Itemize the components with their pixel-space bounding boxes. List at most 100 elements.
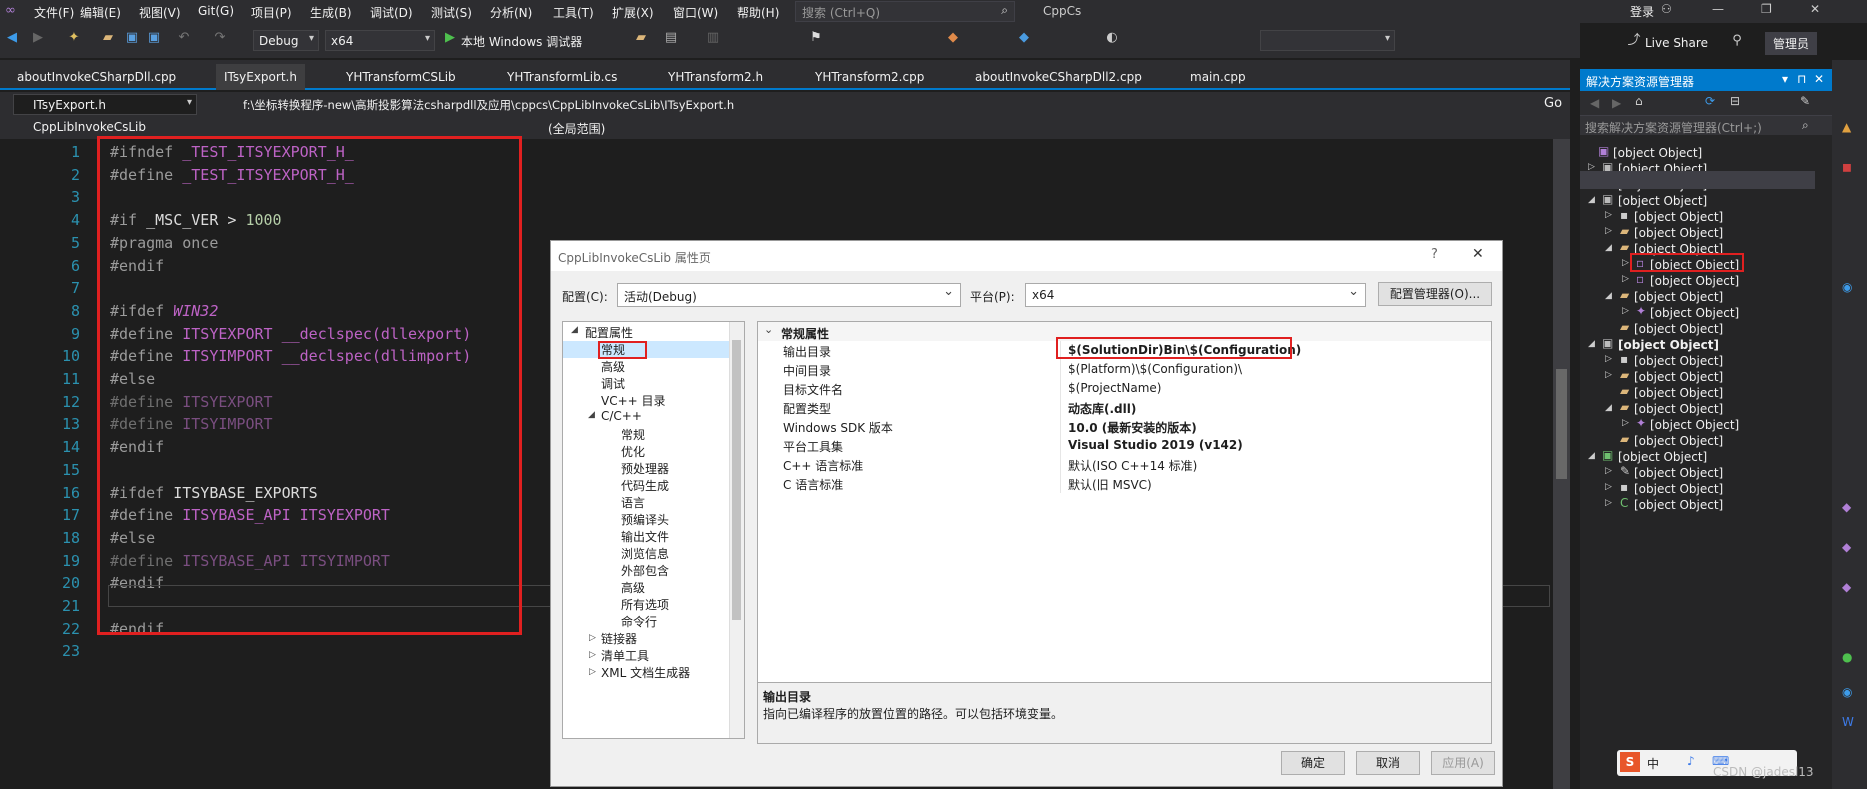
pin-icon[interactable]: ⊓ (1797, 72, 1806, 86)
ok-button[interactable]: 确定 (1281, 751, 1345, 775)
menu-file[interactable]: 文件(F) (34, 4, 74, 21)
tab-yhtransform2-cpp[interactable]: YHTransform2.cpp (815, 70, 924, 84)
toolbar-misc-icon-5[interactable]: ◆ (1016, 30, 1032, 46)
file-navigation-combo[interactable]: ITsyExport.h (13, 94, 197, 115)
menu-extensions[interactable]: 扩展(X) (612, 4, 654, 21)
menu-window[interactable]: 窗口(W) (673, 4, 718, 21)
collapse-arrow-icon[interactable]: ◢ (571, 325, 578, 335)
tree-cpp-cmdline[interactable]: 命令行 (621, 613, 657, 630)
open-icon[interactable]: ▰ (100, 30, 116, 46)
tree-cpp-codegen[interactable]: 代码生成 (621, 477, 669, 494)
redo-icon[interactable]: ↷ (212, 30, 228, 46)
menu-help[interactable]: 帮助(H) (737, 4, 779, 21)
maximize-icon[interactable]: ❐ (1761, 2, 1772, 16)
undo-icon[interactable]: ↶ (176, 30, 192, 46)
save-all-icon[interactable]: ▣ (146, 30, 162, 46)
menu-tools[interactable]: 工具(T) (553, 4, 594, 21)
user-icon[interactable]: ⚇ (1661, 2, 1672, 16)
menu-edit[interactable]: 编辑(E) (80, 4, 121, 21)
tree-cpp-output[interactable]: 输出文件 (621, 528, 669, 545)
tab-yhtransformlib[interactable]: YHTransformLib.cs (507, 70, 617, 84)
tab-aboutinvokecsharpdll2[interactable]: aboutInvokeCSharpDll2.cpp (975, 70, 1142, 84)
properties-icon[interactable]: ✎ (1800, 94, 1810, 108)
mic-icon[interactable]: ♪ (1687, 754, 1695, 768)
save-icon[interactable]: ▣ (124, 30, 140, 46)
apply-button[interactable]: 应用(A) (1431, 751, 1495, 775)
help-button[interactable]: ? (1431, 247, 1438, 262)
menu-view[interactable]: 视图(V) (139, 4, 181, 21)
toolbar-misc-icon-3[interactable]: ▥ (705, 30, 721, 46)
back-icon[interactable]: ◀ (1590, 96, 1599, 110)
tree-cpp[interactable]: C/C++ (601, 409, 642, 423)
tab-main[interactable]: main.cpp (1190, 70, 1246, 84)
collapsed-arrow-icon[interactable]: ▷ (1605, 498, 1612, 508)
property-value[interactable]: $(Platform)\$(Configuration)\ (1068, 362, 1242, 376)
minimize-icon[interactable]: — (1712, 2, 1724, 16)
solution-search-input[interactable]: 搜索解决方案资源管理器(Ctrl+;) ⌕ (1580, 115, 1832, 135)
tree-cpp-all-options[interactable]: 所有选项 (621, 596, 669, 613)
tree-manifest[interactable]: 清单工具 (601, 647, 649, 664)
property-value[interactable]: 默认(旧 MSVC) (1068, 476, 1152, 493)
tree-xml-doc[interactable]: XML 文档生成器 (601, 664, 690, 681)
tree-config-properties[interactable]: 配置属性 (585, 324, 633, 341)
collapsed-arrow-icon[interactable]: ▷ (1622, 258, 1629, 268)
solution-item-yhtransformlib-cs[interactable]: [object Object] (1634, 498, 1723, 512)
solution-item-yhtransform2-cpp[interactable]: [object Object] (1650, 306, 1739, 320)
dropdown-icon[interactable]: ▾ (1782, 72, 1788, 86)
menu-analyze[interactable]: 分析(N) (490, 4, 532, 21)
cancel-button[interactable]: 取消 (1356, 751, 1420, 775)
collapsed-arrow-icon[interactable]: ▷ (1605, 370, 1612, 380)
sync-icon[interactable]: ⟳ (1705, 94, 1715, 108)
ime-logo-icon[interactable]: S (1620, 752, 1640, 772)
solution-item-external-deps[interactable]: [object Object] (1634, 226, 1723, 240)
collapsed-arrow-icon[interactable]: ▷ (1605, 226, 1612, 236)
solution-item-source-files[interactable]: [object Object] (1634, 402, 1723, 416)
forward-icon[interactable]: ▶ (1612, 96, 1621, 110)
solution-item-resource-files[interactable]: [object Object] (1634, 322, 1723, 336)
close-window-icon[interactable]: ✕ (1810, 2, 1820, 16)
property-row[interactable]: 配置类型 动态库(.dll) (758, 398, 1491, 417)
new-project-icon[interactable]: ✦ (66, 30, 82, 46)
collapsed-arrow-icon[interactable]: ▷ (1605, 466, 1612, 476)
tree-debugging[interactable]: 调试 (601, 375, 625, 392)
toolbar-misc-icon-6[interactable]: ◐ (1104, 30, 1120, 46)
solution-item-external-deps[interactable]: [object Object] (1634, 370, 1723, 384)
property-value[interactable]: 动态库(.dll) (1068, 400, 1136, 417)
property-row[interactable]: C 语言标准 默认(旧 MSVC) (758, 474, 1491, 493)
collapsed-arrow-icon[interactable]: ▷ (1622, 306, 1629, 316)
expanded-arrow-icon[interactable]: ◢ (1605, 291, 1612, 301)
menu-git[interactable]: Git(G) (198, 4, 234, 18)
config-select[interactable]: 活动(Debug) (617, 283, 961, 307)
solution-root[interactable]: [object Object] (1613, 146, 1702, 160)
solution-item-cpplibinvokecslib[interactable]: [object Object] (1618, 194, 1707, 208)
tree-cpp-browse[interactable]: 浏览信息 (621, 545, 669, 562)
toolbar-misc-icon-1[interactable]: ▰ (633, 30, 649, 46)
property-row[interactable]: C++ 语言标准 默认(ISO C++14 标准) (758, 455, 1491, 474)
collapsed-arrow-icon[interactable]: ▷ (589, 667, 596, 677)
config-manager-button[interactable]: 配置管理器(O)... (1378, 282, 1492, 306)
tree-scrollbar-thumb[interactable] (732, 340, 741, 620)
solution-item-yhtransform2-h[interactable]: [object Object] (1650, 274, 1739, 288)
tree-vc-directories[interactable]: VC++ 目录 (601, 392, 666, 409)
live-share-icon[interactable]: ⤴ (1626, 33, 1642, 49)
forward-icon[interactable]: ▶ (30, 30, 46, 46)
property-value[interactable]: 默认(ISO C++14 标准) (1068, 457, 1197, 474)
app-icon[interactable]: ◆ (1842, 580, 1851, 594)
tree-cpp-language[interactable]: 语言 (621, 494, 645, 511)
go-button[interactable]: Go (1544, 96, 1562, 111)
tree-cpp-external[interactable]: 外部包含 (621, 562, 669, 579)
bookmark-icon[interactable]: ⚑ (808, 30, 824, 46)
tab-yhtransform2-h[interactable]: YHTransform2.h (668, 70, 763, 84)
app-icon[interactable]: ▲ (1842, 120, 1851, 134)
wechat-icon[interactable]: ● (1842, 650, 1852, 664)
solution-item-source-files[interactable]: [object Object] (1634, 290, 1723, 304)
live-share-button[interactable]: Live Share (1645, 36, 1708, 50)
solution-item-yhtransformcslib[interactable]: [object Object] (1618, 450, 1707, 464)
app-icon[interactable]: ◼ (1842, 160, 1852, 174)
dialog-close-icon[interactable]: ✕ (1472, 246, 1484, 262)
browser-icon[interactable]: ◉ (1842, 685, 1852, 699)
expanded-arrow-icon[interactable]: ◢ (1605, 243, 1612, 253)
collapsed-arrow-icon[interactable]: ▷ (1605, 210, 1612, 220)
collapse-all-icon[interactable]: ⊟ (1730, 94, 1740, 108)
menu-debug[interactable]: 调试(D) (370, 4, 413, 21)
